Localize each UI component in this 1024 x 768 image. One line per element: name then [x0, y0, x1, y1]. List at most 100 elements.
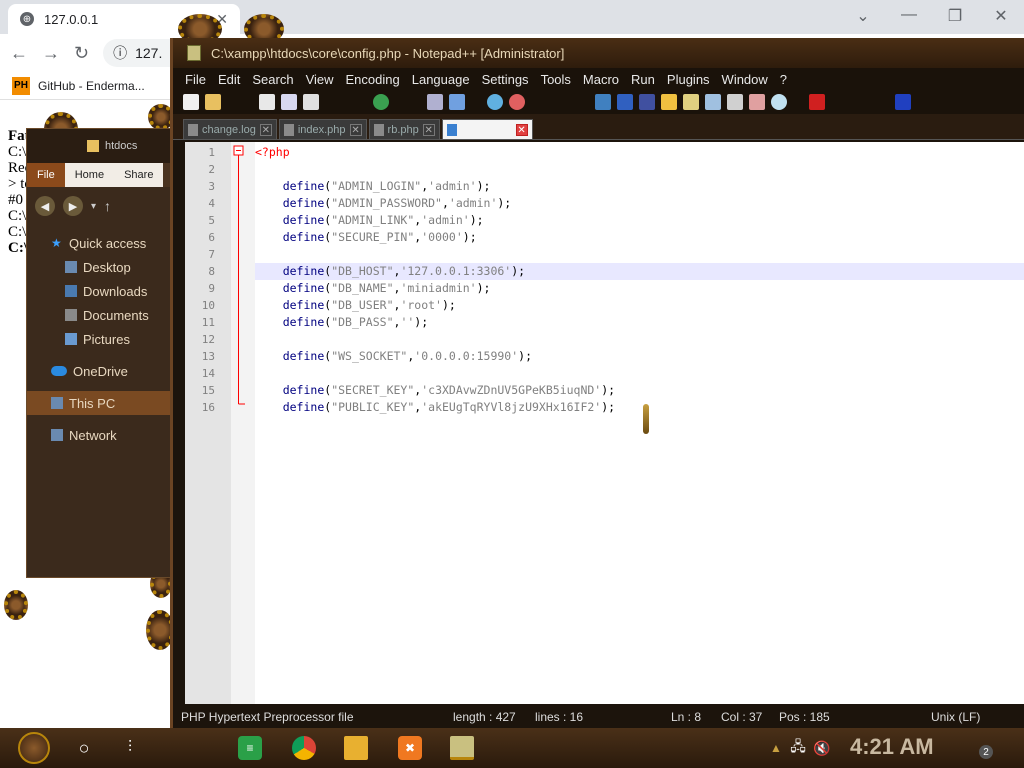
save-all-icon[interactable]	[281, 94, 297, 110]
code-area[interactable]: <?php define("ADMIN_LOGIN",'admin'); def…	[255, 144, 1024, 416]
redo-icon[interactable]	[373, 94, 389, 110]
restore-button[interactable]: ❐	[940, 6, 970, 26]
run-macro-multiple-icon[interactable]	[895, 94, 911, 110]
notification-center-icon[interactable]: 2	[970, 736, 994, 760]
reload-button[interactable]: ↻	[74, 43, 89, 64]
code-line[interactable]	[255, 246, 1024, 263]
folder-workspace-icon[interactable]	[661, 94, 677, 110]
menu-run[interactable]: Run	[631, 72, 655, 87]
menu-search[interactable]: Search	[252, 72, 293, 87]
code-line[interactable]: define("ADMIN_LOGIN",'admin');	[255, 178, 1024, 195]
function-list-icon[interactable]	[727, 94, 743, 110]
file-tab[interactable]: change.log ✕	[183, 119, 277, 139]
doc-map-icon[interactable]	[683, 94, 699, 110]
menu-plugins[interactable]: Plugins	[667, 72, 710, 87]
code-editor[interactable]: 1 2 3 4 5 6 7 8 9 10 11 12 13 14 15 16 <?php define("AD…	[185, 142, 1024, 704]
menu-settings[interactable]: Settings	[482, 72, 529, 87]
ribbon-tab-file[interactable]: File	[27, 163, 65, 187]
code-line[interactable]	[255, 331, 1024, 348]
nav-item-desktop[interactable]: Desktop	[27, 255, 171, 279]
code-line[interactable]: define("DB_NAME",'miniadmin');	[255, 280, 1024, 297]
task-view-icon[interactable]: ⫶	[118, 736, 142, 760]
forward-button[interactable]: ▶	[63, 196, 83, 216]
print-icon[interactable]	[303, 94, 319, 110]
doc-list-icon[interactable]	[705, 94, 721, 110]
close-tab-icon[interactable]: ✕	[259, 123, 272, 136]
show-all-chars-icon[interactable]	[617, 94, 633, 110]
close-tab-icon[interactable]: ✕	[349, 123, 362, 136]
file-tab[interactable]: config.php ✕	[441, 119, 533, 139]
nav-item-quick-access[interactable]: ★ Quick access	[27, 231, 171, 255]
recent-dropdown-icon[interactable]: ▾	[91, 201, 96, 212]
info-icon[interactable]: ⓘ	[113, 43, 127, 63]
new-file-icon[interactable]	[183, 94, 199, 110]
save-icon[interactable]	[259, 94, 275, 110]
chevron-up-icon[interactable]: ▲	[764, 736, 788, 760]
close-window-button[interactable]: ✕	[986, 6, 1016, 26]
open-file-icon[interactable]	[205, 94, 221, 110]
indent-guide-icon[interactable]	[639, 94, 655, 110]
menu-help[interactable]: ?	[780, 72, 787, 87]
replace-icon[interactable]	[449, 94, 465, 110]
find-icon[interactable]	[427, 94, 443, 110]
back-button[interactable]: ←	[10, 43, 28, 64]
menu-macro[interactable]: Macro	[583, 72, 619, 87]
back-button[interactable]: ◀	[35, 196, 55, 216]
menu-view[interactable]: View	[306, 72, 334, 87]
file-tab[interactable]: index.php ✕	[278, 119, 367, 139]
code-line[interactable]: define("SECURE_PIN",'0000');	[255, 229, 1024, 246]
start-button[interactable]	[18, 732, 50, 764]
nav-item-onedrive[interactable]: OneDrive	[27, 359, 171, 383]
up-arrow-icon[interactable]: ↑	[104, 198, 111, 214]
code-line[interactable]: define("DB_PASS",'');	[255, 314, 1024, 331]
chrome-icon[interactable]	[292, 736, 316, 760]
notepadpp-taskbar-icon[interactable]	[450, 736, 474, 760]
status-eol[interactable]: Unix (LF)	[931, 710, 980, 724]
file-explorer-icon[interactable]	[344, 736, 368, 760]
folder-as-workspace-icon[interactable]	[749, 94, 765, 110]
ribbon-tab-home[interactable]: Home	[64, 163, 115, 187]
word-wrap-icon[interactable]	[595, 94, 611, 110]
network-icon[interactable]: 🖧	[786, 736, 810, 760]
code-line[interactable]: <?php	[255, 144, 1024, 161]
forward-button[interactable]: →	[42, 43, 60, 64]
code-line[interactable]: define("PUBLIC_KEY",'akEUgTqRYVl8jzU9XHx…	[255, 399, 1024, 416]
menu-language[interactable]: Language	[412, 72, 470, 87]
volume-muted-icon[interactable]: 🔇	[810, 736, 834, 760]
nav-item-pictures[interactable]: Pictures	[27, 327, 171, 351]
xampp-icon[interactable]: ✖	[398, 736, 422, 760]
ribbon-tab-share[interactable]: Share	[114, 163, 164, 187]
nav-item-this-pc[interactable]: This PC	[27, 391, 171, 415]
zoom-in-icon[interactable]	[487, 94, 503, 110]
minimize-button[interactable]: —	[894, 6, 924, 24]
zoom-out-icon[interactable]	[509, 94, 525, 110]
code-line[interactable]: define("DB_HOST",'127.0.0.1:3306');	[255, 263, 1024, 280]
nav-item-downloads[interactable]: Downloads	[27, 279, 171, 303]
nav-item-network[interactable]: Network	[27, 423, 171, 447]
code-line[interactable]	[255, 365, 1024, 382]
menu-tools[interactable]: Tools	[541, 72, 571, 87]
sheets-app-icon[interactable]: ≡	[238, 736, 262, 760]
menu-file[interactable]: File	[185, 72, 206, 87]
code-line[interactable]	[255, 161, 1024, 178]
nav-item-label: This PC	[69, 395, 116, 411]
close-tab-icon[interactable]: ✕	[515, 123, 528, 136]
menu-window[interactable]: Window	[722, 72, 768, 87]
notepadpp-window: C:\xampp\htdocs\core\config.php - Notepa…	[170, 38, 1024, 728]
file-tab[interactable]: rb.php ✕	[368, 119, 440, 139]
bookmark-item[interactable]: GitHub - Enderma...	[38, 79, 145, 93]
code-line[interactable]: define("WS_SOCKET",'0.0.0.0:15990');	[255, 348, 1024, 365]
clock[interactable]: 4:21 AM	[850, 734, 934, 760]
record-macro-icon[interactable]	[809, 94, 825, 110]
code-line[interactable]: define("SECRET_KEY",'c3XDAvwZDnUV5GPeKB5…	[255, 382, 1024, 399]
close-tab-icon[interactable]: ✕	[422, 123, 435, 136]
chevron-down-icon[interactable]: ⌄	[848, 6, 878, 26]
nav-item-documents[interactable]: Documents	[27, 303, 171, 327]
monitoring-icon[interactable]	[771, 94, 787, 110]
code-line[interactable]: define("ADMIN_PASSWORD",'admin');	[255, 195, 1024, 212]
code-line[interactable]: define("DB_USER",'root');	[255, 297, 1024, 314]
code-line[interactable]: define("ADMIN_LINK",'admin');	[255, 212, 1024, 229]
search-icon[interactable]: ○	[72, 736, 96, 760]
menu-encoding[interactable]: Encoding	[346, 72, 400, 87]
menu-edit[interactable]: Edit	[218, 72, 240, 87]
